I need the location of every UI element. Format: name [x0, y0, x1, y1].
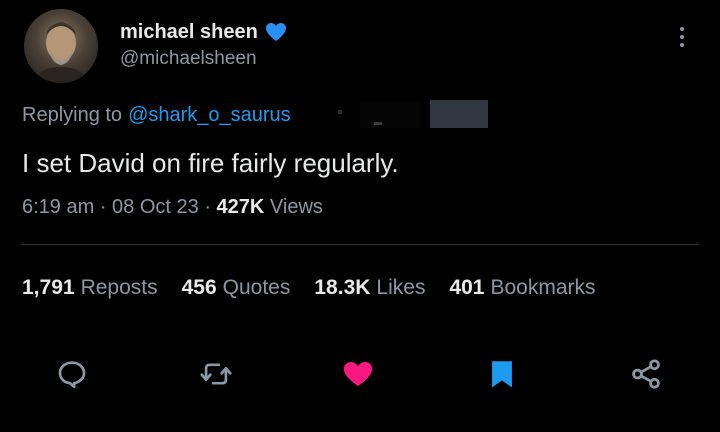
divider: [22, 244, 698, 245]
bookmarks-count: 401: [449, 276, 485, 299]
replying-to-label: Replying to: [22, 104, 123, 126]
replying-to-line: Replying to @shark_o_saurus: [22, 104, 291, 127]
repost-button[interactable]: [196, 352, 236, 396]
likes-count: 18.3K: [314, 276, 371, 299]
like-icon: [343, 361, 373, 387]
bookmarks-stat[interactable]: 401 Bookmarks: [449, 276, 595, 300]
tweet-time[interactable]: 6:19 am: [22, 196, 94, 218]
avatar-portrait-icon: [34, 22, 88, 83]
repost-icon: [200, 363, 232, 385]
action-bar: [0, 352, 720, 396]
likes-stat[interactable]: 18.3K Likes: [314, 276, 425, 300]
quotes-count: 456: [181, 276, 217, 299]
verified-icon: [265, 23, 286, 41]
bookmarks-label: Bookmarks: [490, 276, 596, 299]
more-icon: [680, 27, 684, 31]
author-handle[interactable]: @michaelsheen: [120, 48, 257, 70]
views-count: 427K: [216, 196, 265, 218]
bookmark-icon: [492, 361, 512, 388]
tweet-date[interactable]: 08 Oct 23: [112, 196, 199, 218]
likes-label: Likes: [376, 276, 426, 299]
share-icon: [632, 359, 660, 389]
quotes-stat[interactable]: 456 Quotes: [182, 276, 291, 300]
redacted-area: [330, 98, 492, 130]
share-button[interactable]: [626, 352, 666, 396]
author-display-name[interactable]: michael sheen: [120, 20, 288, 44]
reposts-count: 1,791: [22, 276, 75, 299]
more-options-button[interactable]: [672, 20, 692, 54]
reply-mention-link[interactable]: @shark_o_saurus: [128, 104, 291, 127]
quotes-label: Quotes: [222, 276, 291, 299]
views-label: Views: [269, 196, 323, 218]
reply-button[interactable]: [52, 352, 92, 396]
reposts-label: Reposts: [80, 276, 158, 299]
tweet-meta: 6:19 am · 08 Oct 23 · 427K Views: [22, 196, 323, 218]
like-button[interactable]: [338, 352, 378, 396]
author-name-text: michael sheen: [120, 20, 258, 43]
tweet-text: I set David on fire fairly regularly.: [22, 148, 399, 178]
avatar[interactable]: [24, 9, 98, 83]
reposts-stat[interactable]: 1,791 Reposts: [22, 276, 158, 300]
reply-icon: [58, 361, 86, 389]
engagement-stats: 1,791 Reposts 456 Quotes 18.3K Likes 401 Boo…: [22, 276, 596, 300]
bookmark-button[interactable]: [482, 352, 522, 396]
